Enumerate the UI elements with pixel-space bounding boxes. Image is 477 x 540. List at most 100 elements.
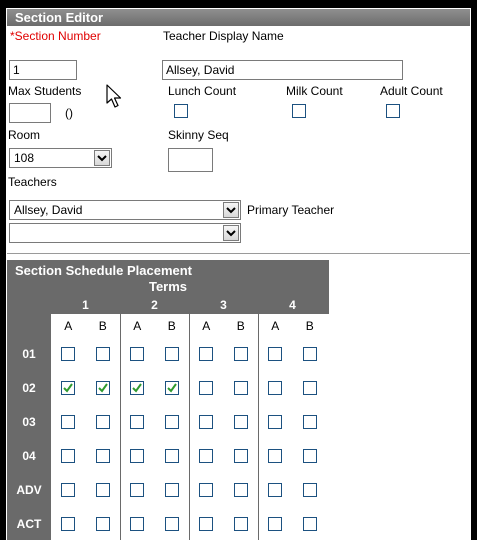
term-subcolumn-header: B [305,319,314,333]
schedule-checkbox[interactable] [302,347,317,361]
schedule-checkbox[interactable] [95,381,110,395]
schedule-checkbox[interactable] [61,517,76,531]
schedule-checkbox[interactable] [130,449,145,463]
period-label: 02 [22,381,36,395]
term-separator [120,314,121,540]
term-header: 1 [51,297,120,314]
schedule-checkbox[interactable] [233,415,248,429]
chevron-down-icon[interactable] [223,225,239,241]
schedule-checkbox[interactable] [199,347,214,361]
check-icon [132,383,143,393]
term-subcolumn-header: A [202,319,211,333]
schedule-checkbox[interactable] [268,381,283,395]
schedule-checkbox[interactable] [164,381,179,395]
schedule-checkbox[interactable] [61,449,76,463]
adult-count-checkbox[interactable] [386,104,400,118]
milk-count-checkbox[interactable] [292,104,306,118]
schedule-placement-panel: Section Schedule Placement Terms 1234 A B A… [7,260,329,540]
teacher-display-name-label: Teacher Display Name [163,29,284,43]
schedule-checkbox[interactable] [302,415,317,429]
schedule-checkbox[interactable] [164,517,179,531]
left-border [0,0,6,540]
schedule-checkbox[interactable] [268,517,283,531]
chevron-down-icon[interactable] [223,202,239,218]
term-subcolumn-header: B [167,319,176,333]
schedule-checkbox[interactable] [61,415,76,429]
term-header: 2 [120,297,189,314]
lunch-count-checkbox[interactable] [174,104,188,118]
schedule-checkbox[interactable] [233,517,248,531]
room-label: Room [8,128,41,142]
milk-count-label: Milk Count [286,84,343,98]
schedule-checkbox[interactable] [95,517,110,531]
teacher-select-1-value: Allsey, David [14,203,83,217]
schedule-checkbox[interactable] [268,483,283,497]
period-label: 01 [22,347,36,361]
schedule-checkbox[interactable] [130,347,145,361]
schedule-checkbox[interactable] [199,449,214,463]
room-select[interactable]: 108 [9,148,112,168]
schedule-checkbox[interactable] [95,415,110,429]
top-black-bar [0,0,477,8]
schedule-checkbox[interactable] [268,415,283,429]
chevron-down-icon[interactable] [94,150,110,166]
skinny-seq-label: Skinny Seq [168,128,229,142]
schedule-checkbox[interactable] [233,381,248,395]
section-divider [7,253,470,254]
schedule-checkbox[interactable] [95,347,110,361]
schedule-checkbox[interactable] [199,415,214,429]
max-students-count: () [65,106,73,120]
schedule-checkbox[interactable] [164,347,179,361]
schedule-checkbox[interactable] [302,449,317,463]
schedule-checkbox[interactable] [302,381,317,395]
section-number-field[interactable]: 1 [9,60,77,80]
schedule-checkbox[interactable] [199,517,214,531]
schedule-checkbox[interactable] [233,347,248,361]
term-subcolumn-header: A [133,319,142,333]
schedule-checkbox[interactable] [268,347,283,361]
teacher-select-2[interactable] [9,223,241,243]
schedule-checkbox[interactable] [95,483,110,497]
schedule-checkbox[interactable] [61,381,76,395]
schedule-checkbox[interactable] [130,483,145,497]
schedule-checkbox[interactable] [61,347,76,361]
lunch-count-label: Lunch Count [168,84,237,98]
schedule-checkbox[interactable] [199,483,214,497]
term-subcolumn-header: B [236,319,245,333]
schedule-checkbox[interactable] [268,449,283,463]
schedule-checkbox[interactable] [61,483,76,497]
schedule-checkbox[interactable] [164,415,179,429]
max-students-field[interactable] [9,103,51,123]
terms-label: Terms [148,279,188,294]
schedule-checkbox[interactable] [95,449,110,463]
schedule-checkbox[interactable] [164,483,179,497]
max-students-label: Max Students [8,84,82,98]
term-header: 3 [189,297,258,314]
schedule-checkbox[interactable] [302,517,317,531]
term-header: 4 [258,297,327,314]
teacher-select-1[interactable]: Allsey, David [9,200,241,220]
check-icon [63,383,74,393]
schedule-checkbox[interactable] [302,483,317,497]
teacher-display-name-field[interactable]: Allsey, David [162,60,403,80]
schedule-checkbox[interactable] [130,381,145,395]
check-icon [167,383,177,393]
mouse-pointer-icon [106,84,122,108]
term-separator [258,314,259,540]
right-border [471,0,477,540]
term-subcolumn-header: A [64,319,73,333]
schedule-checkbox[interactable] [130,415,145,429]
schedule-checkbox[interactable] [233,483,248,497]
schedule-checkbox[interactable] [233,449,248,463]
section-number-label: *Section Number [10,29,101,43]
schedule-checkbox[interactable] [199,381,214,395]
teachers-label: Teachers [8,175,57,189]
term-subcolumn-header: B [98,319,107,333]
schedule-checkbox[interactable] [164,449,179,463]
schedule-checkbox[interactable] [130,517,145,531]
term-separator [189,314,190,540]
skinny-seq-field[interactable] [168,148,213,172]
period-label: 04 [22,449,36,463]
check-icon [98,383,108,393]
term-subcolumn-header: A [271,319,280,333]
